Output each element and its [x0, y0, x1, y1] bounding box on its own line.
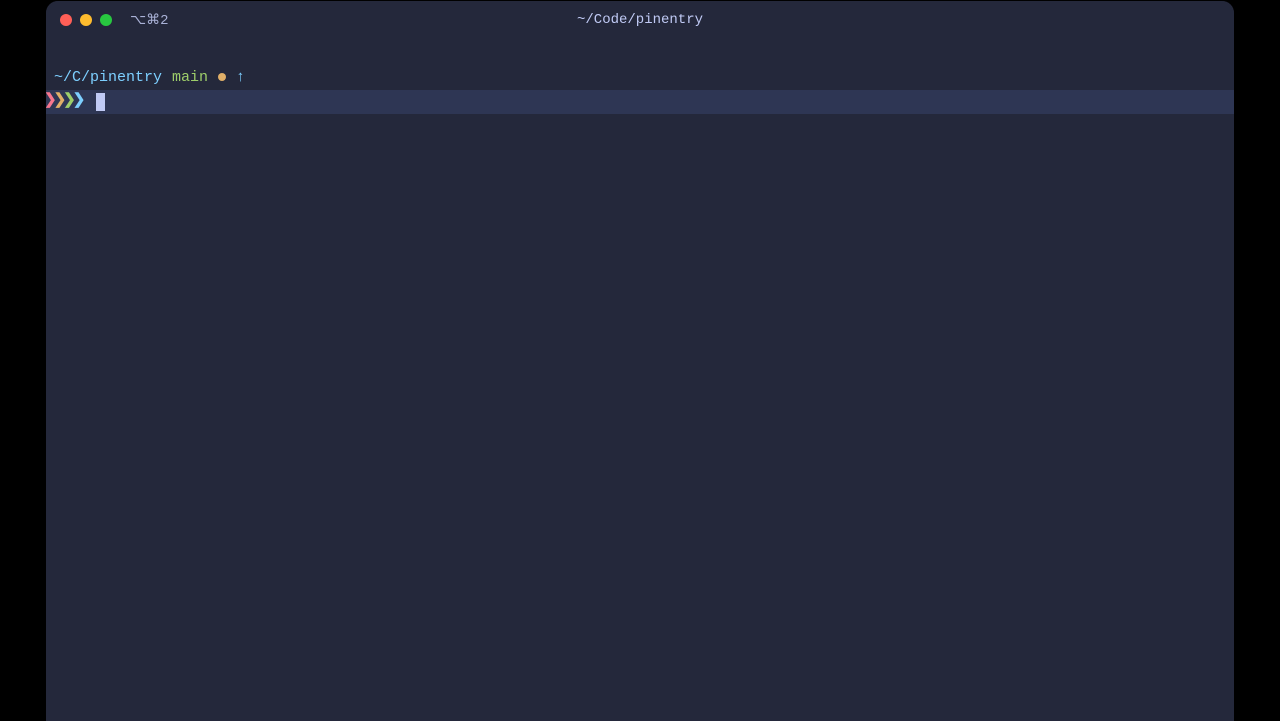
chevron-icon: ❯ [73, 90, 86, 113]
minimize-button[interactable] [80, 14, 92, 26]
prompt-input-line[interactable]: ❯ ❯ ❯ ❯ [46, 90, 1234, 114]
titlebar: ⌥⌘2 ~/Code/pinentry [46, 1, 1234, 39]
git-dirty-icon [218, 73, 226, 81]
git-ahead-icon: ↑ [236, 67, 245, 90]
maximize-button[interactable] [100, 14, 112, 26]
tab-indicator: ⌥⌘2 [130, 12, 169, 29]
cwd-segment: ~/C/pinentry [54, 67, 162, 90]
prompt-status-line: ~/C/pinentry main ↑ [46, 67, 1234, 90]
window-title: ~/Code/pinentry [577, 12, 703, 28]
cursor [96, 93, 105, 111]
terminal-body[interactable]: ~/C/pinentry main ↑ ❯ ❯ ❯ ❯ [46, 39, 1234, 114]
git-branch-segment: main [172, 67, 208, 90]
terminal-window: ⌥⌘2 ~/Code/pinentry ~/C/pinentry main ↑ … [46, 1, 1234, 721]
prompt-chevrons: ❯ ❯ ❯ ❯ [46, 90, 82, 113]
traffic-lights [60, 14, 112, 26]
close-button[interactable] [60, 14, 72, 26]
